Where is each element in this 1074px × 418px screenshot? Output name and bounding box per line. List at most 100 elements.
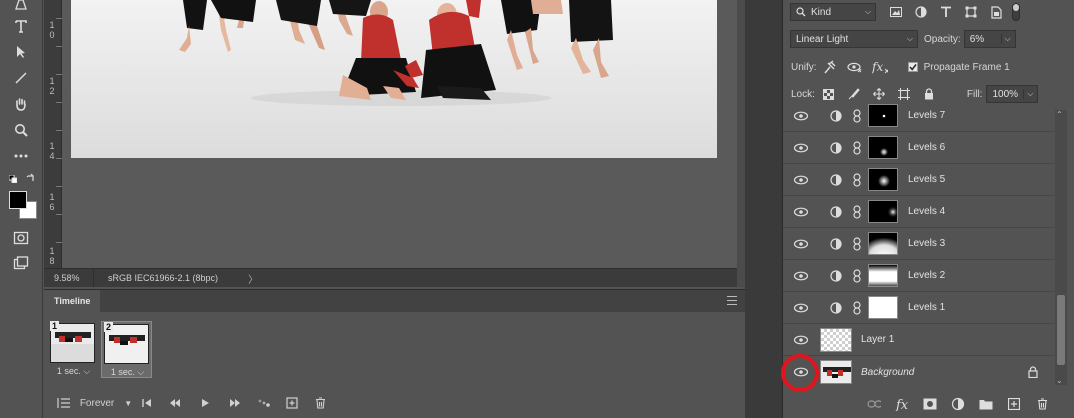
layer-name: Background — [861, 366, 915, 378]
eye-icon[interactable] — [793, 333, 809, 347]
eye-icon[interactable] — [793, 109, 809, 123]
document-canvas[interactable] — [62, 0, 737, 268]
chain-link-icon[interactable] — [852, 300, 862, 315]
chevron-down-icon: ▼ — [124, 398, 133, 408]
duplicate-frame-icon[interactable] — [278, 393, 306, 413]
blend-mode-select[interactable]: Linear Light ⌵ — [790, 30, 918, 48]
layer-style-icon[interactable]: fx — [895, 397, 909, 411]
quick-mask-icon[interactable] — [10, 228, 32, 248]
lock-icon[interactable] — [1028, 366, 1038, 379]
eye-icon[interactable] — [793, 141, 809, 155]
status-menu-arrow[interactable]: 〉 — [248, 271, 258, 286]
opacity-value: 6% — [969, 33, 985, 45]
more-tools-icon[interactable] — [10, 146, 32, 166]
convert-timeline-icon[interactable] — [50, 393, 78, 413]
layer-mask-thumbnail[interactable] — [868, 232, 898, 255]
scroll-down-icon[interactable]: ⌄ — [1056, 376, 1063, 385]
path-selection-tool-icon[interactable] — [10, 42, 32, 62]
frame-number: 1 — [50, 321, 60, 331]
chevron-down-icon: ⌵ — [137, 367, 145, 377]
propagate-frame-checkbox[interactable] — [907, 62, 918, 72]
layer-row-levels-2[interactable]: Levels 2 — [783, 260, 1055, 292]
filter-kind-select[interactable]: Kind ⌵ — [790, 3, 876, 21]
filter-shape-icon[interactable] — [963, 4, 979, 20]
filter-smart-object-icon[interactable] — [988, 4, 1004, 20]
tools-panel — [0, 0, 43, 418]
default-colors-icon[interactable] — [8, 174, 18, 184]
link-layers-icon[interactable] — [867, 397, 881, 411]
unify-position-icon[interactable] — [822, 59, 838, 75]
blend-mode-label: Linear Light — [796, 33, 849, 45]
panel-menu-icon[interactable] — [727, 296, 737, 305]
chain-link-icon[interactable] — [852, 108, 862, 123]
delete-frame-icon[interactable] — [306, 393, 334, 413]
layer-row-levels-4[interactable]: Levels 4 — [783, 196, 1055, 228]
checkmark-icon — [908, 64, 917, 71]
eye-icon[interactable] — [793, 173, 809, 187]
eye-icon[interactable] — [793, 269, 809, 283]
layer-mask-thumbnail[interactable] — [868, 200, 898, 223]
layer-thumbnail[interactable] — [820, 360, 852, 384]
chain-link-icon[interactable] — [852, 140, 862, 155]
chain-link-icon[interactable] — [852, 204, 862, 219]
unify-visibility-icon[interactable] — [846, 59, 863, 75]
layer-mask-thumbnail[interactable] — [868, 296, 898, 319]
new-group-icon[interactable] — [979, 397, 993, 411]
eye-icon[interactable] — [793, 237, 809, 251]
type-tool-icon[interactable] — [10, 16, 32, 36]
chain-link-icon[interactable] — [852, 268, 862, 283]
layer-row-background[interactable]: Background — [783, 356, 1055, 388]
layers-scrollbar[interactable]: ⌃ ⌄ — [1055, 110, 1067, 385]
opacity-field[interactable]: 6% ⌵ — [963, 30, 1016, 48]
scroll-up-icon[interactable]: ⌃ — [1056, 110, 1063, 119]
layer-row-levels-7[interactable]: Levels 7 — [783, 100, 1055, 132]
eye-icon[interactable] — [793, 205, 809, 219]
hand-tool-icon[interactable] — [10, 94, 32, 114]
first-frame-icon[interactable] — [134, 393, 160, 413]
layer-row-levels-1[interactable]: Levels 1 — [783, 292, 1055, 324]
vertical-ruler: 1 0 1 2 1 4 1 6 1 8 — [44, 0, 62, 268]
eye-icon[interactable] — [793, 301, 809, 315]
new-adjustment-layer-icon[interactable] — [951, 397, 965, 411]
previous-frame-icon[interactable] — [160, 393, 190, 413]
layer-row-levels-3[interactable]: Levels 3 — [783, 228, 1055, 260]
chain-link-icon[interactable] — [852, 172, 862, 187]
zoom-level[interactable]: 9.58% — [44, 269, 94, 287]
layer-mask-thumbnail[interactable] — [868, 104, 898, 127]
tab-timeline[interactable]: Timeline — [44, 290, 101, 312]
chain-link-icon[interactable] — [852, 236, 862, 251]
filter-pixel-icon[interactable] — [888, 4, 904, 20]
layer-row-levels-5[interactable]: Levels 5 — [783, 164, 1055, 196]
loop-options-select[interactable]: Forever ▼ — [78, 393, 134, 413]
ruler-label: 2 — [49, 86, 55, 96]
add-mask-icon[interactable] — [923, 397, 937, 411]
scrollbar-thumb[interactable] — [1057, 295, 1065, 365]
play-icon[interactable] — [190, 393, 220, 413]
chevron-down-icon: ⌵ — [83, 366, 91, 376]
layer-mask-thumbnail[interactable] — [868, 264, 898, 287]
delete-layer-icon[interactable] — [1035, 397, 1049, 411]
layer-mask-thumbnail[interactable] — [868, 136, 898, 159]
next-frame-icon[interactable] — [220, 393, 250, 413]
swap-colors-icon[interactable] — [26, 173, 36, 183]
filter-toggle-switch[interactable] — [1012, 3, 1020, 21]
timeline-frame-2[interactable]: 2 1 sec. ⌵ — [101, 321, 152, 378]
foreground-color-swatch[interactable] — [9, 191, 27, 209]
frame-delay[interactable]: 1 sec. ⌵ — [102, 367, 153, 378]
frame-delay[interactable]: 1 sec. ⌵ — [48, 366, 99, 377]
filter-type-icon[interactable] — [938, 4, 954, 20]
layer-row-levels-6[interactable]: Levels 6 — [783, 132, 1055, 164]
timeline-frame-1[interactable]: 1 1 sec. ⌵ — [48, 321, 99, 378]
unify-style-icon[interactable]: fx — [872, 59, 888, 75]
zoom-tool-icon[interactable] — [10, 120, 32, 140]
layer-mask-thumbnail[interactable] — [868, 168, 898, 191]
layer-row-layer-1[interactable]: Layer 1 — [783, 324, 1055, 356]
tween-icon[interactable] — [250, 393, 278, 413]
line-tool-icon[interactable] — [10, 68, 32, 88]
screen-mode-icon[interactable] — [10, 253, 32, 273]
pen-tool-icon[interactable] — [10, 0, 32, 14]
layer-thumbnail[interactable] — [820, 327, 852, 352]
filter-adjustment-icon[interactable] — [913, 4, 929, 20]
canvas-scrollbar[interactable] — [737, 0, 745, 287]
new-layer-icon[interactable] — [1007, 397, 1021, 411]
